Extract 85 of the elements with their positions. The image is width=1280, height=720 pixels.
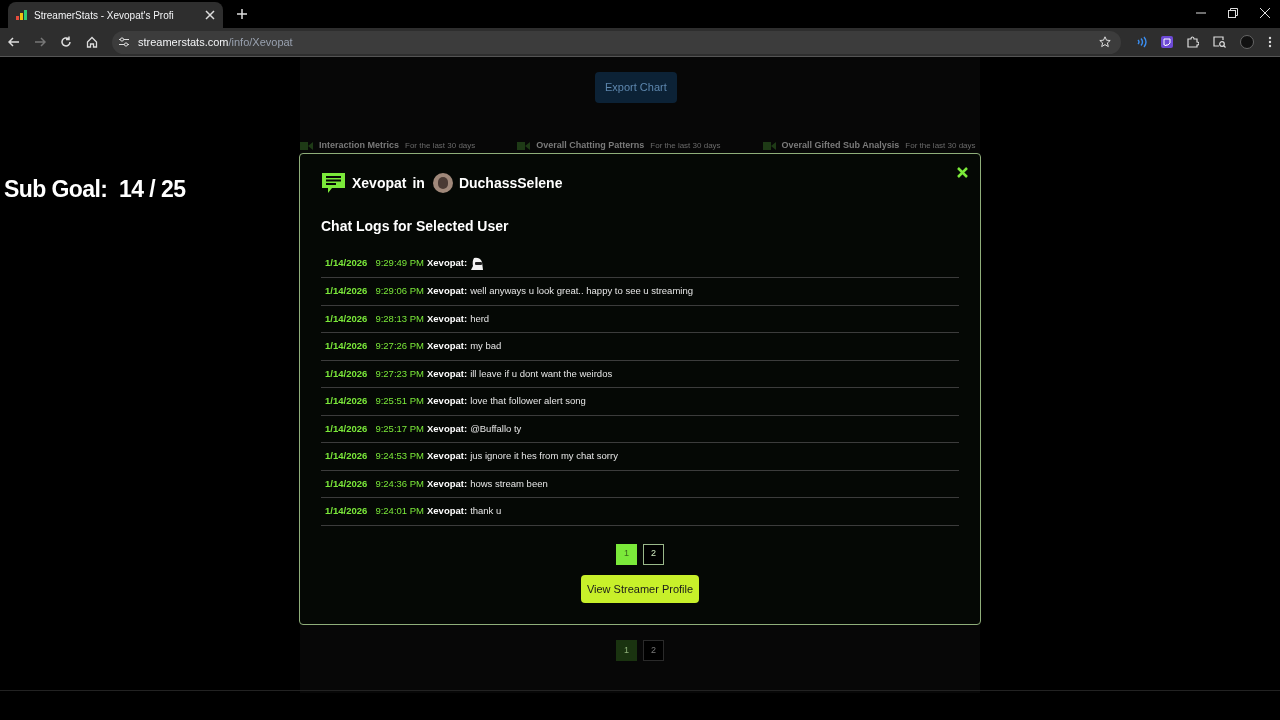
connector-text: in bbox=[412, 173, 425, 193]
message-text: herd bbox=[470, 311, 490, 326]
message-date: 1/14/2026 bbox=[325, 476, 369, 491]
url-domain: streamerstats.com bbox=[138, 34, 229, 50]
message-author: Xevopat: bbox=[427, 476, 468, 491]
message-date: 1/14/2026 bbox=[325, 366, 369, 381]
section-subtitle: For the last 30 days bbox=[405, 139, 476, 152]
message-time: 9:24:36 PM bbox=[375, 476, 424, 491]
message-time: 9:24:01 PM bbox=[375, 504, 424, 519]
message-time: 9:29:49 PM bbox=[375, 256, 424, 271]
message-time: 9:25:17 PM bbox=[375, 421, 424, 436]
back-icon[interactable] bbox=[8, 36, 20, 48]
message-text: love that follower alert song bbox=[470, 394, 586, 409]
forward-icon[interactable] bbox=[34, 36, 46, 48]
message-date: 1/14/2026 bbox=[325, 504, 369, 519]
page-button[interactable]: 1 bbox=[616, 640, 637, 661]
section-subtitle: For the last 30 days bbox=[905, 139, 976, 152]
message-time: 9:25:51 PM bbox=[375, 394, 424, 409]
close-icon[interactable] bbox=[1260, 8, 1270, 18]
message-date: 1/14/2026 bbox=[325, 394, 369, 409]
message-author: Xevopat: bbox=[427, 504, 468, 519]
section-title: Overall Gifted Sub Analysis bbox=[781, 139, 900, 152]
browser-tab[interactable]: StreamerStats - Xevopat's Profi bbox=[8, 2, 223, 28]
star-icon[interactable] bbox=[1099, 36, 1111, 48]
message-text: my bad bbox=[470, 339, 502, 354]
message-text: ill leave if u dont want the weirdos bbox=[470, 366, 613, 381]
message-date: 1/14/2026 bbox=[325, 339, 369, 354]
message-date: 1/14/2026 bbox=[325, 256, 369, 271]
sub-goal-text: Sub Goal: 14 / 25 bbox=[4, 175, 186, 204]
message-date: 1/14/2026 bbox=[325, 421, 369, 436]
menu-icon[interactable] bbox=[1268, 36, 1272, 48]
page-button[interactable]: 2 bbox=[643, 640, 664, 661]
message-text: @Buffallo ty bbox=[470, 421, 522, 436]
restore-icon[interactable] bbox=[1228, 8, 1238, 18]
section-title: Overall Chatting Patterns bbox=[536, 139, 645, 152]
tab-search-icon[interactable] bbox=[1213, 36, 1226, 48]
message-author: Xevopat: bbox=[427, 449, 468, 464]
message-date: 1/14/2026 bbox=[325, 449, 369, 464]
message-text: thank u bbox=[470, 504, 502, 519]
message-text: hows stream been bbox=[470, 476, 548, 491]
close-icon[interactable] bbox=[957, 167, 968, 178]
message-author: Xevopat: bbox=[427, 366, 468, 381]
message-time: 9:24:53 PM bbox=[375, 449, 424, 464]
bar-chart-icon bbox=[16, 10, 28, 20]
username: Xevopat bbox=[352, 173, 407, 193]
section-title: Interaction Metrics bbox=[319, 139, 400, 152]
profile-avatar[interactable] bbox=[1240, 35, 1254, 49]
extension-icon[interactable] bbox=[1161, 36, 1173, 48]
section-subtitle: For the last 30 days bbox=[650, 139, 721, 152]
signal-icon[interactable] bbox=[1135, 36, 1147, 48]
page-button[interactable]: 1 bbox=[616, 543, 637, 565]
section-heading: Chat Logs for Selected User bbox=[321, 217, 510, 236]
message-author: Xevopat: bbox=[427, 394, 468, 409]
chat-icon bbox=[321, 172, 346, 194]
puzzle-icon[interactable] bbox=[1187, 36, 1199, 48]
reload-icon[interactable] bbox=[60, 36, 72, 48]
export-chart-button[interactable]: Export Chart bbox=[595, 72, 677, 103]
message-date: 1/14/2026 bbox=[325, 284, 369, 299]
message-time: 9:28:13 PM bbox=[375, 311, 424, 326]
page-button[interactable]: 2 bbox=[643, 543, 664, 565]
message-text: well anyways u look great.. happy to see u streaming bbox=[470, 284, 693, 299]
home-icon[interactable] bbox=[86, 36, 98, 48]
address-bar[interactable]: streamerstats.com/info/Xevopat bbox=[112, 30, 1121, 54]
message-time: 9:27:23 PM bbox=[375, 366, 424, 381]
message-date: 1/14/2026 bbox=[325, 311, 369, 326]
message-author: Xevopat: bbox=[427, 256, 468, 271]
camera-icon bbox=[762, 141, 776, 150]
tab-title: StreamerStats - Xevopat's Profi bbox=[34, 8, 175, 23]
emote-icon bbox=[470, 256, 485, 271]
message-author: Xevopat: bbox=[427, 284, 468, 299]
camera-icon bbox=[300, 141, 313, 150]
new-tab-icon[interactable] bbox=[237, 9, 247, 19]
message-author: Xevopat: bbox=[427, 339, 468, 354]
camera-icon bbox=[517, 141, 531, 150]
message-time: 9:29:06 PM bbox=[375, 284, 424, 299]
streamer-name: DuchassSelene bbox=[458, 173, 563, 193]
site-settings-icon[interactable] bbox=[118, 36, 130, 48]
view-streamer-profile-button[interactable]: View Streamer Profile bbox=[580, 574, 700, 603]
streamer-avatar bbox=[432, 173, 453, 193]
url-path: /info/Xevopat bbox=[228, 34, 293, 50]
message-text: jus ignore it hes from my chat sorry bbox=[470, 449, 618, 464]
close-icon[interactable] bbox=[205, 10, 215, 20]
message-author: Xevopat: bbox=[427, 421, 468, 436]
message-author: Xevopat: bbox=[427, 311, 468, 326]
message-time: 9:27:26 PM bbox=[375, 339, 424, 354]
